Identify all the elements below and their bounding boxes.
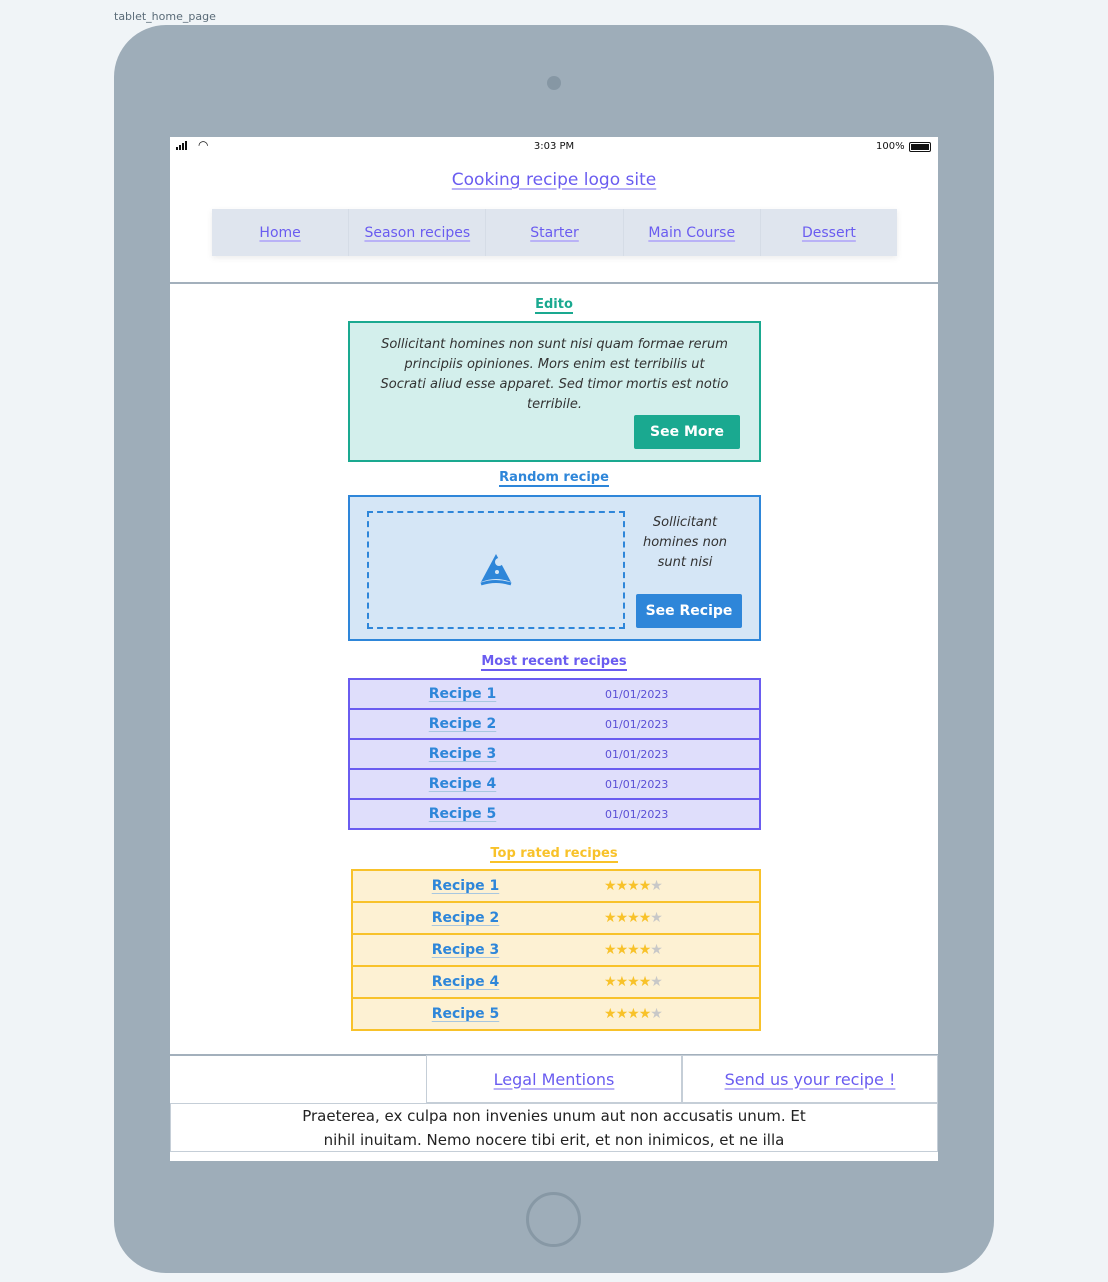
star-icon: ★ <box>615 878 629 894</box>
star-icon: ★ <box>615 1006 629 1022</box>
recipe-link[interactable]: Recipe 5 <box>353 1006 578 1022</box>
star-icon: ★ <box>638 974 652 990</box>
nav-dessert[interactable]: Dessert <box>761 209 897 256</box>
star-icon: ★ <box>650 910 663 926</box>
divider <box>170 282 938 284</box>
star-icon: ★ <box>604 878 617 894</box>
table-row: Recipe 4 01/01/2023 <box>350 770 759 800</box>
recipe-date: 01/01/2023 <box>605 747 669 761</box>
nav-link[interactable]: Dessert <box>802 225 856 241</box>
pizza-icon <box>480 554 512 586</box>
recipe-date: 01/01/2023 <box>605 777 669 791</box>
recipe-link[interactable]: Recipe 2 <box>350 716 575 732</box>
rating: ★★★★★ <box>578 1006 663 1022</box>
star-icon: ★ <box>627 910 640 926</box>
star-icon: ★ <box>638 910 652 926</box>
see-more-button[interactable]: See More <box>634 415 740 449</box>
send-recipe-link[interactable]: Send us your recipe ! <box>725 1070 896 1089</box>
logo-link[interactable]: Cooking recipe logo site <box>452 170 656 190</box>
recent-recipes-table: Recipe 1 01/01/2023 Recipe 2 01/01/2023 Reci… <box>348 678 761 830</box>
star-icon: ★ <box>615 910 629 926</box>
clock: 3:03 PM <box>533 141 575 152</box>
star-icon: ★ <box>604 942 617 958</box>
star-icon: ★ <box>638 942 652 958</box>
star-icon: ★ <box>650 974 663 990</box>
table-row: Recipe 3 01/01/2023 <box>350 740 759 770</box>
random-title: Random recipe <box>499 470 609 487</box>
table-row: Recipe 1 01/01/2023 <box>350 680 759 710</box>
star-icon: ★ <box>650 942 663 958</box>
recipe-link[interactable]: Recipe 1 <box>353 878 578 894</box>
nav-link[interactable]: Home <box>259 225 300 241</box>
recipe-date: 01/01/2023 <box>605 717 669 731</box>
battery-icon <box>909 142 931 152</box>
star-icon: ★ <box>650 878 663 894</box>
nav-link[interactable]: Main Course <box>648 225 735 241</box>
footer-text: Praeterea, ex culpa non invenies unum au… <box>170 1103 938 1152</box>
top-title: Top rated recipes <box>490 846 618 863</box>
rating: ★★★★★ <box>578 910 663 926</box>
star-icon: ★ <box>615 942 629 958</box>
star-icon: ★ <box>638 1006 652 1022</box>
home-button[interactable] <box>526 1192 581 1247</box>
star-icon: ★ <box>650 1006 663 1022</box>
star-icon: ★ <box>604 910 617 926</box>
edito-title: Edito <box>535 297 573 314</box>
table-row: Recipe 1 ★★★★★ <box>353 871 759 903</box>
star-icon: ★ <box>604 974 617 990</box>
rating: ★★★★★ <box>578 942 663 958</box>
recipe-image-placeholder <box>367 511 625 629</box>
rating: ★★★★★ <box>578 878 663 894</box>
rating: ★★★★★ <box>578 974 663 990</box>
nav-link[interactable]: Season recipes <box>364 225 470 241</box>
nav-season[interactable]: Season recipes <box>349 209 487 256</box>
status-bar: ◠ 3:03 PM 100% <box>170 137 938 157</box>
recipe-link[interactable]: Recipe 2 <box>353 910 578 926</box>
nav-bar: Home Season recipes Starter Main Course … <box>212 209 897 256</box>
recipe-link[interactable]: Recipe 4 <box>350 776 575 792</box>
see-recipe-button[interactable]: See Recipe <box>636 594 742 628</box>
star-icon: ★ <box>615 974 629 990</box>
recent-title: Most recent recipes <box>481 654 627 671</box>
star-icon: ★ <box>604 1006 617 1022</box>
star-icon: ★ <box>627 1006 640 1022</box>
recipe-date: 01/01/2023 <box>605 807 669 821</box>
camera <box>547 76 561 90</box>
random-text: Sollicitant homines non sunt nisi <box>642 515 728 570</box>
recipe-link[interactable]: Recipe 3 <box>350 746 575 762</box>
table-row: Recipe 5 ★★★★★ <box>353 999 759 1031</box>
nav-main-course[interactable]: Main Course <box>624 209 761 256</box>
table-row: Recipe 4 ★★★★★ <box>353 967 759 999</box>
edito-text: Sollicitant homines non sunt nisi quam f… <box>380 337 729 412</box>
random-recipe-box: Sollicitant homines non sunt nisi See Re… <box>348 495 761 641</box>
recipe-link[interactable]: Recipe 3 <box>353 942 578 958</box>
screen: ◠ 3:03 PM 100% Cooking recipe logo site … <box>170 137 938 1161</box>
nav-starter[interactable]: Starter <box>486 209 624 256</box>
star-icon: ★ <box>627 942 640 958</box>
recipe-link[interactable]: Recipe 1 <box>350 686 575 702</box>
recipe-link[interactable]: Recipe 4 <box>353 974 578 990</box>
edito-box: Sollicitant homines non sunt nisi quam f… <box>348 321 761 462</box>
nav-home[interactable]: Home <box>212 209 350 256</box>
recipe-link[interactable]: Recipe 5 <box>350 806 575 822</box>
table-row: Recipe 3 ★★★★★ <box>353 935 759 967</box>
recipe-date: 01/01/2023 <box>605 687 669 701</box>
page-label: tablet_home_page <box>114 10 216 23</box>
star-icon: ★ <box>638 878 652 894</box>
star-icon: ★ <box>627 974 640 990</box>
top-rated-table: Recipe 1 ★★★★★ Recipe 2 ★★★★★ Recipe 3 ★★★★★ R… <box>351 869 761 1031</box>
star-icon: ★ <box>627 878 640 894</box>
table-row: Recipe 5 01/01/2023 <box>350 800 759 830</box>
table-row: Recipe 2 ★★★★★ <box>353 903 759 935</box>
legal-mentions-link[interactable]: Legal Mentions <box>494 1070 615 1089</box>
table-row: Recipe 2 01/01/2023 <box>350 710 759 740</box>
nav-link[interactable]: Starter <box>530 225 579 241</box>
battery-text: 100% <box>876 141 905 152</box>
